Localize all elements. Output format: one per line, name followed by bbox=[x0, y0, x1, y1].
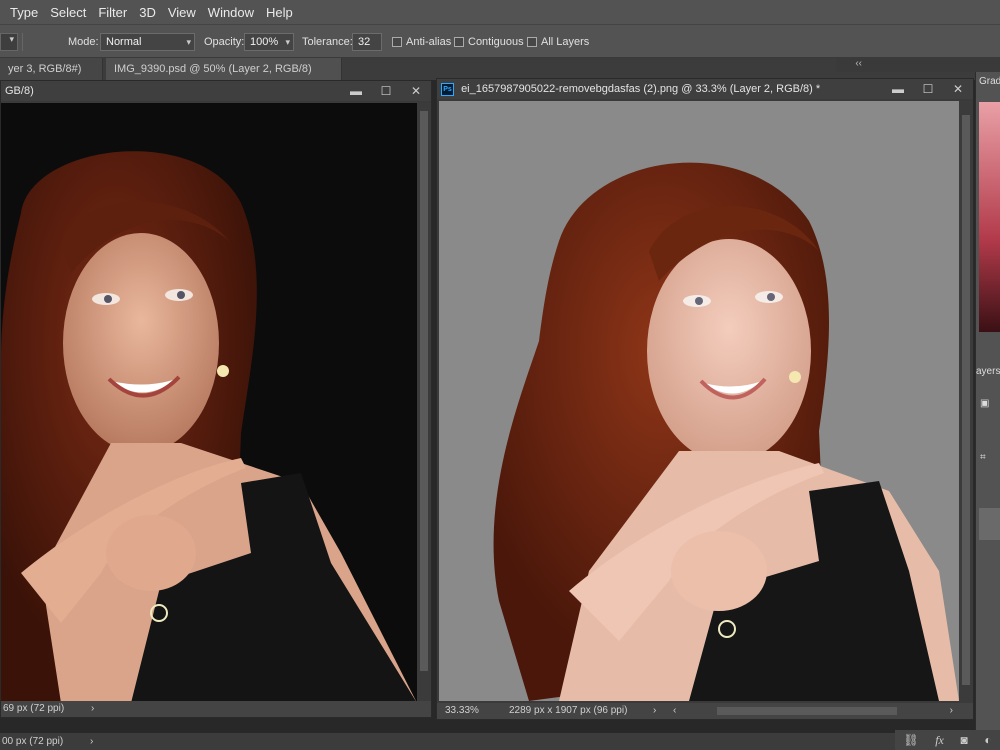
layers-panel-label[interactable]: ayers bbox=[976, 366, 1000, 377]
menu-filter[interactable]: Filter bbox=[92, 5, 133, 20]
fx-icon[interactable]: fx bbox=[935, 733, 944, 748]
adjustment-icon[interactable]: ◐ bbox=[984, 733, 991, 747]
mask-icon[interactable]: ◙ bbox=[961, 733, 968, 747]
crop-icon[interactable]: ⌗ bbox=[980, 452, 986, 463]
horizontal-scroll-thumb[interactable] bbox=[717, 707, 897, 715]
bottom-status-bar: 00 px (72 ppi) › bbox=[0, 733, 975, 750]
menu-help[interactable]: Help bbox=[260, 5, 299, 20]
right-panel: Grad ayers ▣ ⌗ bbox=[975, 72, 1000, 750]
window-title: GB/8) bbox=[5, 85, 34, 97]
maximize-icon[interactable]: ☐ bbox=[913, 79, 943, 99]
photoshop-window: Type Select Filter 3D View Window Help ▾… bbox=[0, 0, 1000, 750]
chevron-down-icon: ▾ bbox=[186, 37, 191, 47]
window-title-bar[interactable]: GB/8) ▬ ☐ ✕ bbox=[1, 81, 431, 101]
chevron-right-icon[interactable]: › bbox=[90, 733, 93, 750]
vertical-scrollbar[interactable] bbox=[417, 103, 431, 701]
mode-select[interactable]: Normal ▾ bbox=[100, 33, 195, 51]
window-controls: ▬ ☐ ✕ bbox=[883, 79, 973, 99]
antialias-label: Anti-alias bbox=[406, 36, 452, 48]
gradient-panel-label[interactable]: Grad bbox=[979, 76, 1000, 87]
chevron-left-icon[interactable]: ‹ bbox=[673, 703, 676, 719]
menu-select[interactable]: Select bbox=[44, 5, 92, 20]
scroll-thumb[interactable] bbox=[962, 115, 970, 685]
color-picker-field[interactable] bbox=[979, 102, 1000, 332]
minimize-icon[interactable]: ▬ bbox=[341, 81, 371, 101]
tab-img9390[interactable]: IMG_9390.psd @ 50% (Layer 2, RGB/8) *✕ bbox=[106, 58, 342, 97]
options-bar: ▾ Mode: Normal ▾ Opacity: 100% ▾ Toleran… bbox=[0, 24, 1000, 58]
antialias-checkbox[interactable] bbox=[392, 37, 402, 47]
maximize-icon[interactable]: ☐ bbox=[371, 81, 401, 101]
menu-3d[interactable]: 3D bbox=[133, 5, 162, 20]
window-title-bar[interactable]: Ps ei_1657987905022-removebgdasfas (2).p… bbox=[437, 79, 973, 99]
chevron-right-icon[interactable]: › bbox=[91, 701, 94, 717]
window-title: ei_1657987905022-removebgdasfas (2).png … bbox=[461, 83, 821, 95]
document-size: 2289 px x 1907 px (96 ppi) bbox=[509, 705, 628, 716]
minimize-icon[interactable]: ▬ bbox=[883, 79, 913, 99]
opacity-label: Opacity: bbox=[204, 36, 245, 48]
image-icon[interactable]: ▣ bbox=[980, 398, 989, 409]
menu-type[interactable]: Type bbox=[0, 5, 44, 20]
opacity-value: 100% bbox=[250, 36, 279, 48]
status-bar: 69 px (72 ppi) › bbox=[1, 701, 431, 717]
mode-value: Normal bbox=[106, 36, 142, 48]
canvas-left[interactable] bbox=[1, 103, 417, 703]
layer-actions: ⛓ fx ◙ ◐ bbox=[895, 730, 1000, 750]
menu-window[interactable]: Window bbox=[202, 5, 260, 20]
document-window-right: Ps ei_1657987905022-removebgdasfas (2).p… bbox=[436, 78, 974, 720]
tab-layer3[interactable]: yer 3, RGB/8#) *✕ bbox=[0, 58, 103, 97]
chevron-right-icon[interactable]: › bbox=[950, 703, 953, 719]
all-layers-label: All Layers bbox=[541, 36, 590, 48]
menu-view[interactable]: View bbox=[162, 5, 202, 20]
status-bar: 33.33% 2289 px x 1907 px (96 ppi) › ‹ › bbox=[437, 703, 973, 719]
document-size: 00 px (72 ppi) bbox=[2, 736, 64, 747]
contiguous-label: Contiguous bbox=[468, 36, 524, 48]
tolerance-label: Tolerance: bbox=[302, 36, 353, 48]
menu-bar: Type Select Filter 3D View Window Help bbox=[0, 0, 1000, 24]
layer-thumbnail[interactable] bbox=[979, 508, 1000, 540]
mode-label: Mode: bbox=[68, 36, 99, 48]
opacity-field[interactable]: 100% ▾ bbox=[244, 33, 294, 51]
chevron-down-icon: ▾ bbox=[9, 34, 14, 44]
photoshop-file-icon: Ps bbox=[441, 82, 454, 96]
zoom-level[interactable]: 33.33% bbox=[437, 705, 479, 716]
link-icon[interactable]: ⛓ bbox=[903, 733, 918, 747]
photo-woman-dark-background bbox=[1, 151, 417, 703]
window-controls: ▬ ☐ ✕ bbox=[341, 81, 431, 101]
chevron-right-icon[interactable]: › bbox=[653, 703, 656, 719]
chevron-down-icon: ▾ bbox=[285, 37, 290, 47]
photo-woman-removed-background bbox=[493, 162, 959, 701]
vertical-scrollbar[interactable] bbox=[959, 101, 973, 703]
close-icon[interactable]: ✕ bbox=[401, 81, 431, 101]
double-chevron-left-icon: ‹‹ bbox=[855, 58, 862, 69]
tool-preset-divider bbox=[22, 33, 60, 51]
document-window-left: GB/8) ▬ ☐ ✕ 69 px (72 ppi) › bbox=[0, 80, 432, 718]
tolerance-field[interactable]: 32 bbox=[352, 33, 382, 51]
canvas-right[interactable] bbox=[439, 101, 959, 701]
document-size: 69 px (72 ppi) bbox=[3, 703, 65, 714]
tool-preset-dropdown[interactable]: ▾ bbox=[0, 33, 18, 51]
scroll-thumb[interactable] bbox=[420, 111, 428, 671]
all-layers-checkbox[interactable] bbox=[527, 37, 537, 47]
close-icon[interactable]: ✕ bbox=[943, 79, 973, 99]
contiguous-checkbox[interactable] bbox=[454, 37, 464, 47]
tolerance-value: 32 bbox=[358, 36, 371, 48]
panel-collapse-bar[interactable]: ‹‹ bbox=[836, 58, 1000, 72]
